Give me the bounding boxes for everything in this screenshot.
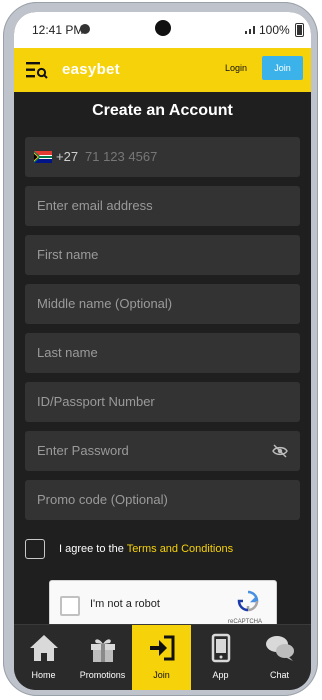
battery-level: 100% [259,23,290,37]
home-icon [30,635,58,661]
promo-code-field[interactable]: Promo code (Optional) [25,480,300,520]
join-button[interactable]: Join [262,56,303,80]
nav-promotions[interactable]: Promotions [73,625,132,690]
page-title: Create an Account [92,102,233,119]
chat-icon [266,636,294,661]
terms-checkbox[interactable] [25,539,45,559]
phone-icon [211,633,231,663]
bottom-navigation: Home Promotions Join App Chat [14,624,311,690]
notification-icon [80,24,90,34]
nav-home[interactable]: Home [14,625,73,690]
terms-link[interactable]: Terms and Conditions [127,543,233,555]
nav-promotions-label: Promotions [79,670,126,680]
phone-frame: 12:41 PM 100% easybet Login Join Create … [3,2,318,696]
first-name-field[interactable]: First name [25,235,300,275]
login-link[interactable]: Login [225,63,247,73]
nav-join-label: Join [153,670,170,680]
middle-name-field[interactable]: Middle name (Optional) [25,284,300,324]
agree-label: I agree to the Terms and Conditions [59,543,233,555]
recaptcha-logo-icon [237,590,259,612]
recaptcha-label: I'm not a robot [90,598,160,610]
agree-text: I agree to the [59,543,127,555]
id-passport-field[interactable]: ID/Passport Number [25,382,300,422]
logo-easy: easy [62,61,97,78]
status-time: 12:41 PM [32,23,84,37]
phone-number-field[interactable]: +27 71 123 4567 [25,137,300,177]
eye-off-icon[interactable] [272,444,288,458]
app-header: easybet Login Join [14,48,311,92]
sign-in-icon [150,635,175,661]
status-bar: 12:41 PM 100% [14,12,311,48]
camera-cutout [155,20,171,36]
screen: 12:41 PM 100% easybet Login Join Create … [14,12,311,690]
nav-app-label: App [212,670,229,680]
easybet-logo[interactable]: easybet [62,61,120,78]
nav-app[interactable]: App [191,625,250,690]
email-field[interactable]: Enter email address [25,186,300,226]
nav-chat-label: Chat [269,670,289,680]
password-placeholder: Enter Password [37,443,129,458]
recaptcha-checkbox[interactable] [60,596,80,616]
south-africa-flag-icon [34,151,52,163]
phone-placeholder: 71 123 4567 [85,149,158,164]
menu-search-icon[interactable] [26,60,48,80]
logo-bet: bet [96,61,120,78]
country-code[interactable]: +27 [56,137,78,177]
terms-agreement: I agree to the Terms and Conditions [25,539,305,561]
nav-chat[interactable]: Chat [250,625,309,690]
nav-home-label: Home [31,670,56,680]
nav-join[interactable]: Join [132,625,191,690]
battery-icon [295,23,304,37]
last-name-field[interactable]: Last name [25,333,300,373]
gift-icon [91,639,115,662]
password-field[interactable]: Enter Password [25,431,300,471]
signal-icon [245,26,255,34]
